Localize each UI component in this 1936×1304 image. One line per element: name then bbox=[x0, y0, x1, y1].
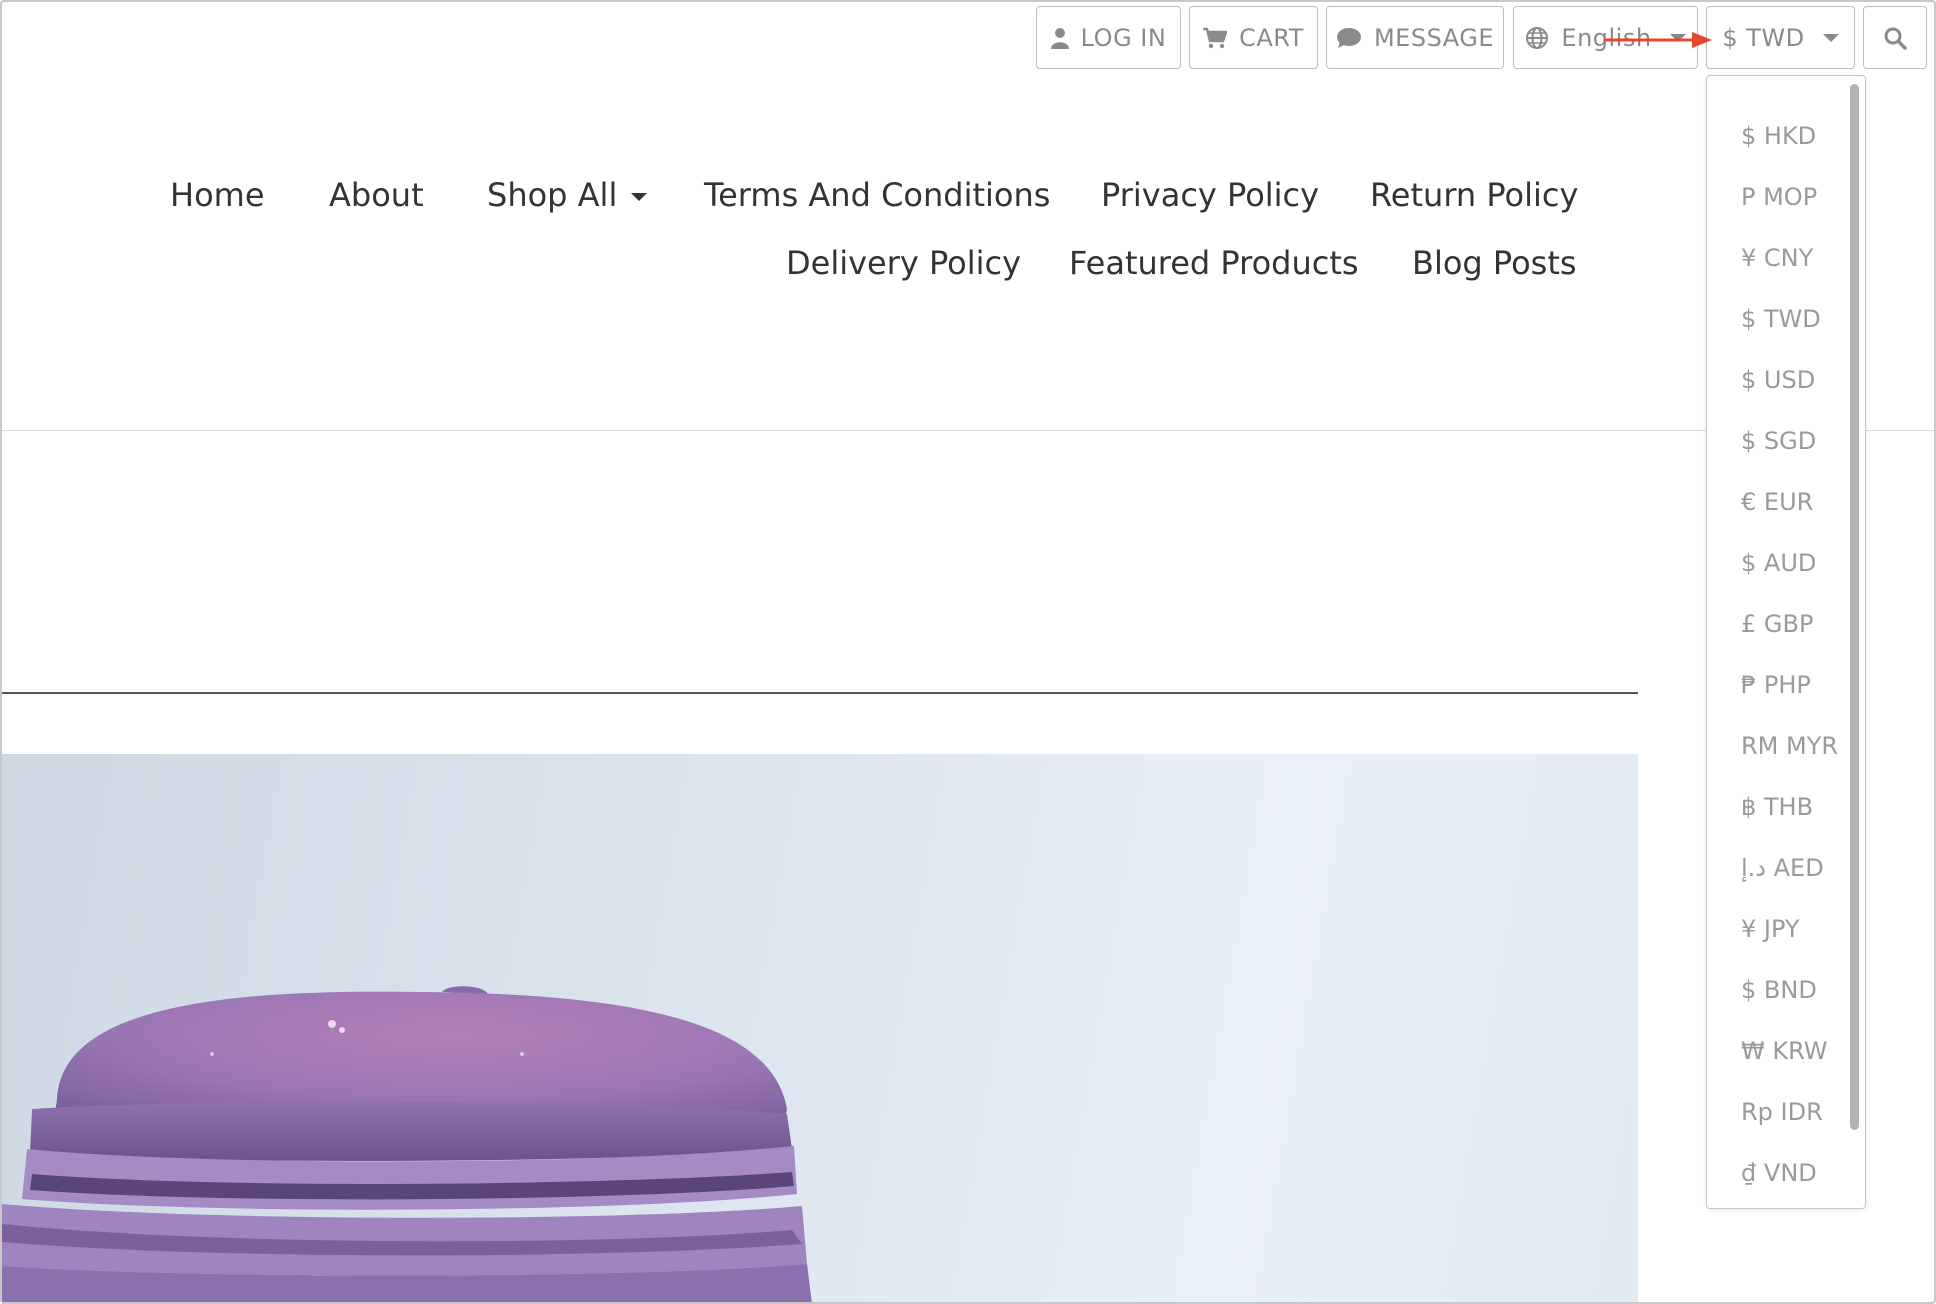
currency-option[interactable]: ₱ PHP bbox=[1741, 671, 1811, 699]
nav-terms[interactable]: Terms And Conditions bbox=[704, 176, 1050, 214]
currency-option[interactable]: P MOP bbox=[1741, 183, 1817, 211]
message-button[interactable]: MESSAGE bbox=[1326, 6, 1504, 69]
message-label: MESSAGE bbox=[1373, 23, 1495, 52]
login-button[interactable]: LOG IN bbox=[1036, 6, 1181, 69]
globe-icon bbox=[1526, 26, 1549, 49]
nav-terms-label: Terms And Conditions bbox=[704, 176, 1051, 214]
annotation-arrow-icon bbox=[1604, 32, 1712, 48]
nav-blog-posts-label: Blog Posts bbox=[1412, 244, 1577, 282]
hero-image bbox=[2, 754, 1638, 1304]
currency-option[interactable]: د.إ AED bbox=[1741, 854, 1824, 882]
nav-delivery-policy-label: Delivery Policy bbox=[786, 244, 1022, 282]
nav-about[interactable]: About bbox=[329, 176, 424, 214]
currency-option[interactable]: € EUR bbox=[1741, 488, 1813, 516]
currency-option[interactable]: ₩ KRW bbox=[1741, 1037, 1828, 1065]
currency-option[interactable]: $ USD bbox=[1741, 366, 1815, 394]
currency-option[interactable]: $ BND bbox=[1741, 976, 1817, 1004]
cart-button[interactable]: CART bbox=[1189, 6, 1318, 69]
currency-option[interactable]: $ HKD bbox=[1741, 122, 1816, 150]
nav-blog-posts[interactable]: Blog Posts bbox=[1412, 244, 1577, 282]
login-label: LOG IN bbox=[1080, 23, 1167, 52]
nav-about-label: About bbox=[329, 176, 424, 214]
nav-delivery-policy[interactable]: Delivery Policy bbox=[786, 244, 1021, 282]
nav-privacy-policy[interactable]: Privacy Policy bbox=[1101, 176, 1319, 214]
nav-shop-all-label: Shop All bbox=[487, 176, 618, 214]
nav-featured-products-label: Featured Products bbox=[1069, 244, 1359, 282]
currency-option[interactable]: ₫ VND bbox=[1741, 1159, 1817, 1187]
nav-featured-products[interactable]: Featured Products bbox=[1069, 244, 1359, 282]
nav-privacy-policy-label: Privacy Policy bbox=[1101, 176, 1320, 214]
currency-option[interactable]: Rp IDR bbox=[1741, 1098, 1823, 1126]
currency-option[interactable]: $ SGD bbox=[1741, 427, 1816, 455]
currency-option[interactable]: ¥ JPY bbox=[1741, 915, 1800, 943]
chevron-down-icon bbox=[1822, 33, 1839, 42]
nav-shop-all[interactable]: Shop All bbox=[487, 176, 648, 214]
nav-home[interactable]: Home bbox=[170, 176, 265, 214]
macaron-illustration bbox=[2, 986, 812, 1304]
search-icon bbox=[1884, 27, 1907, 50]
chevron-down-icon bbox=[631, 193, 648, 201]
dropdown-scrollbar[interactable] bbox=[1850, 84, 1859, 1130]
header-divider bbox=[2, 430, 1934, 431]
currency-option[interactable]: £ GBP bbox=[1741, 610, 1813, 638]
currency-option[interactable]: $ AUD bbox=[1741, 549, 1816, 577]
currency-dropdown-menu: $ HKD P MOP ¥ CNY $ TWD $ USD $ SGD € EU… bbox=[1706, 75, 1866, 1209]
currency-option[interactable]: RM MYR bbox=[1741, 732, 1838, 760]
nav-return-policy[interactable]: Return Policy bbox=[1370, 176, 1578, 214]
nav-home-label: Home bbox=[170, 176, 265, 214]
section-divider bbox=[2, 692, 1638, 694]
currency-option[interactable]: ¥ CNY bbox=[1741, 244, 1813, 272]
search-button[interactable] bbox=[1863, 6, 1927, 69]
currency-label: $ TWD bbox=[1722, 23, 1805, 52]
currency-option[interactable]: ฿ THB bbox=[1741, 793, 1813, 821]
cart-icon bbox=[1203, 27, 1228, 48]
nav-return-policy-label: Return Policy bbox=[1370, 176, 1579, 214]
user-icon bbox=[1050, 27, 1069, 49]
chat-bubble-icon bbox=[1336, 27, 1361, 48]
cart-label: CART bbox=[1239, 23, 1304, 52]
currency-option[interactable]: $ TWD bbox=[1741, 305, 1821, 333]
currency-select[interactable]: $ TWD bbox=[1706, 6, 1855, 69]
